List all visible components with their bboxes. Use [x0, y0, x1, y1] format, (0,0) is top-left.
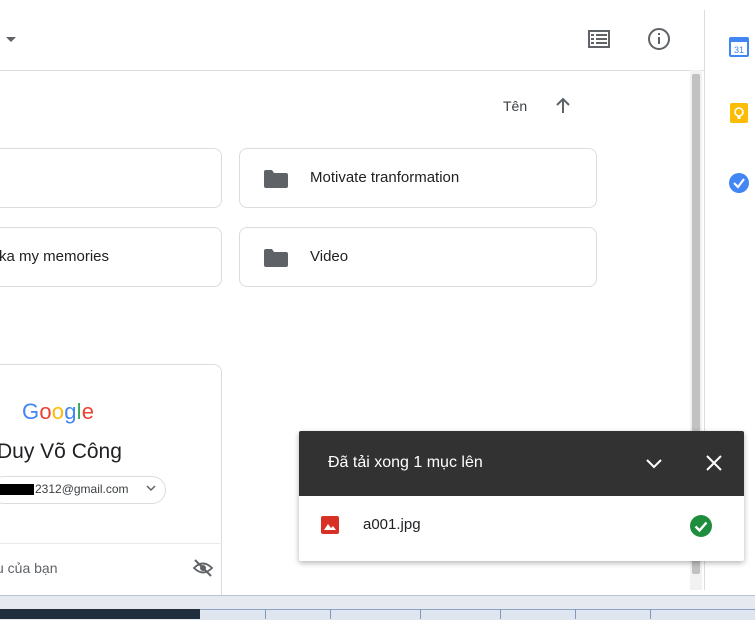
folder-card[interactable]: ka my memories — [0, 227, 222, 287]
ruler-tick — [575, 609, 576, 619]
account-email: 2312@gmail.com — [35, 482, 129, 496]
taskbar-segment — [0, 609, 200, 619]
visibility-off-icon[interactable] — [192, 557, 214, 579]
tasks-icon[interactable] — [728, 172, 750, 194]
ruler-tick — [650, 609, 651, 619]
list-view-icon[interactable] — [588, 30, 610, 48]
chevron-down-icon[interactable] — [644, 453, 664, 473]
google-logo: Google — [22, 399, 95, 424]
folder-name: ka my memories — [0, 248, 110, 265]
account-divider — [0, 543, 222, 544]
account-footer-text: u của bạn — [0, 560, 58, 576]
ruler-tick — [330, 609, 331, 619]
folder-name: Video — [310, 248, 349, 265]
ruler-tick — [500, 609, 501, 619]
email-redaction — [0, 484, 34, 495]
check-circle-icon — [690, 515, 712, 537]
chevron-down-icon[interactable] — [146, 483, 156, 493]
ruler-tick — [265, 609, 266, 619]
folder-card[interactable] — [0, 148, 222, 208]
sort-direction-icon[interactable] — [552, 95, 574, 117]
calendar-icon[interactable]: 31 — [728, 36, 750, 58]
folder-card[interactable]: Video — [239, 227, 597, 287]
uploaded-file-name[interactable]: a001.jpg — [363, 516, 421, 533]
ruler-tick — [420, 609, 421, 619]
folder-icon — [264, 170, 288, 188]
image-file-icon — [321, 516, 339, 534]
folder-name: Motivate tranformation — [310, 169, 460, 186]
info-icon[interactable] — [647, 27, 671, 51]
sort-by-name-label[interactable]: Tên — [503, 98, 527, 114]
close-icon[interactable] — [704, 453, 724, 473]
dropdown-caret-icon[interactable] — [6, 37, 16, 42]
folder-card[interactable]: Motivate tranformation — [239, 148, 597, 208]
account-name: Duy Võ Công — [0, 440, 122, 463]
svg-text:31: 31 — [734, 45, 744, 55]
keep-icon[interactable] — [728, 102, 750, 124]
upload-panel-title: Đã tải xong 1 mục lên — [328, 454, 483, 471]
folder-icon — [264, 249, 288, 267]
taskbar-ruler — [200, 609, 755, 620]
